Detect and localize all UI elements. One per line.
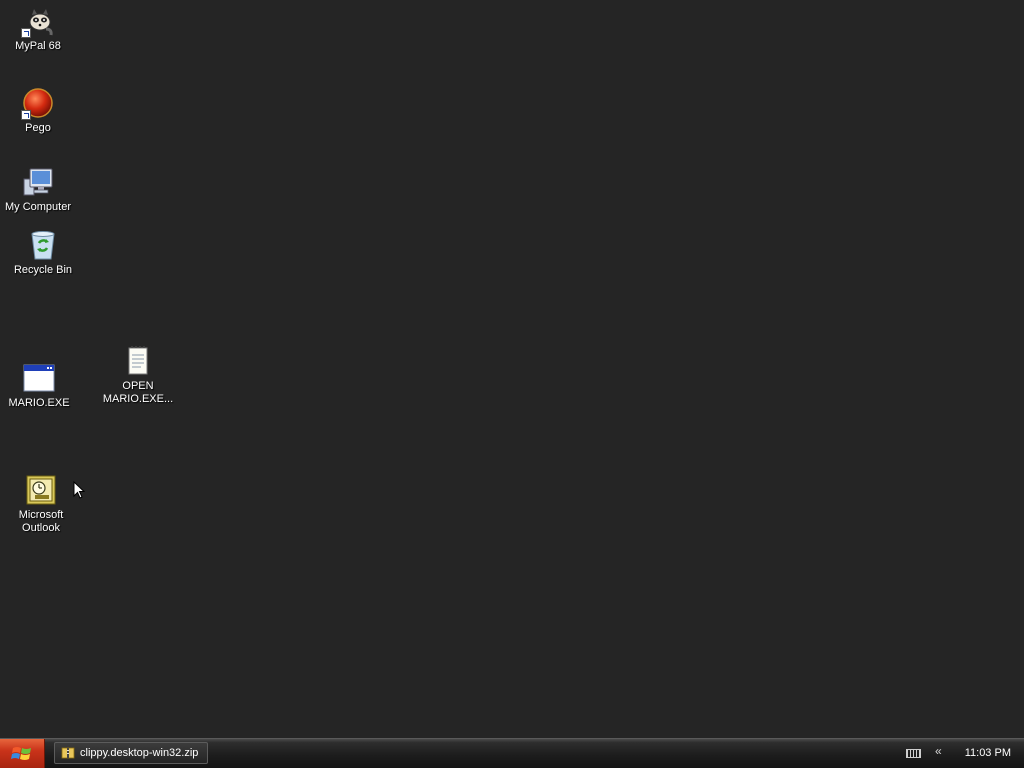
zip-folder-icon: [61, 747, 75, 759]
clock[interactable]: 11:03 PM: [965, 747, 1011, 759]
desktop-icon-label: Recycle Bin: [13, 264, 73, 276]
desktop: MyPal 68 Pego My Computer Recycle Bin MA…: [0, 0, 1024, 738]
desktop-icon-microsoft-outlook[interactable]: Microsoft Outlook: [1, 473, 81, 535]
windows-logo-icon: [11, 746, 31, 760]
mypal-raccoon-icon: [21, 4, 55, 38]
taskbar-button-zip[interactable]: clippy.desktop-win32.zip: [54, 742, 208, 764]
my-computer-icon: [21, 165, 55, 199]
desktop-icon-label: My Computer: [4, 201, 72, 213]
desktop-icon-open-mario-txt[interactable]: OPEN MARIO.EXE...: [98, 344, 178, 406]
desktop-icon-my-computer[interactable]: My Computer: [0, 165, 78, 214]
pego-red-ball-icon: [21, 86, 55, 120]
desktop-icon-label: Microsoft Outlook: [18, 509, 64, 534]
start-button[interactable]: [0, 739, 45, 768]
text-document-icon: [121, 344, 155, 378]
desktop-icon-mario-exe[interactable]: MARIO.EXE: [0, 361, 79, 410]
recycle-bin-icon: [26, 228, 60, 262]
keyboard-icon[interactable]: [906, 749, 921, 758]
application-window-icon: [22, 361, 56, 395]
mouse-pointer-icon: [73, 481, 85, 499]
desktop-icon-pego[interactable]: Pego: [0, 86, 78, 135]
desktop-icon-label: MARIO.EXE: [8, 397, 70, 409]
taskbar: clippy.desktop-win32.zip « 11:03 PM: [0, 738, 1024, 768]
desktop-icon-label: OPEN MARIO.EXE...: [102, 380, 174, 405]
system-tray: « 11:03 PM: [904, 739, 1024, 768]
outlook-icon: [24, 473, 58, 507]
desktop-icon-mypal[interactable]: MyPal 68: [0, 4, 78, 53]
shortcut-arrow-icon: [21, 28, 31, 38]
desktop-icon-recycle-bin[interactable]: Recycle Bin: [3, 228, 83, 277]
taskbar-button-label: clippy.desktop-win32.zip: [80, 747, 199, 759]
shortcut-arrow-icon: [21, 110, 31, 120]
desktop-icon-label: MyPal 68: [15, 40, 61, 52]
desktop-icon-label: Pego: [25, 122, 51, 134]
show-hidden-icons-button[interactable]: «: [935, 744, 942, 758]
